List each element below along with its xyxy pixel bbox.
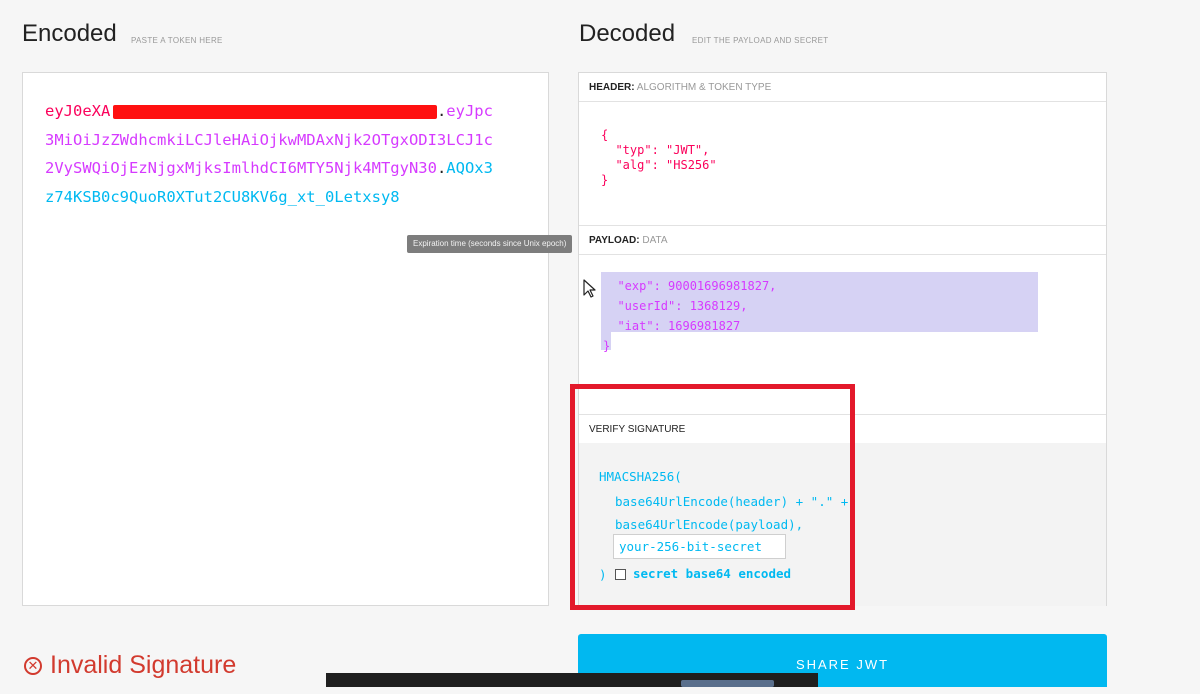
highlight-box (570, 384, 855, 610)
decoded-title: Decoded (579, 20, 676, 47)
payload-label: PAYLOAD: (589, 235, 640, 246)
token-header-part: eyJ0eXA (45, 102, 111, 120)
payload-json-editor[interactable]: "exp": 90001696981827, "userId": 1368129… (603, 276, 776, 356)
signature-status: ✕ Invalid Signature (24, 651, 236, 680)
encoded-token-editor[interactable]: eyJ0eXA 9.eyJpc3MiOiJzZWdhcmkiLCJleHAiOj… (22, 72, 549, 606)
redaction-mark (113, 105, 437, 119)
exp-tooltip: Expiration time (seconds since Unix epoc… (407, 235, 573, 253)
mouse-cursor-icon (583, 279, 596, 298)
close-circle-icon: ✕ (24, 656, 42, 675)
decoded-subtitle: EDIT THE PAYLOAD AND SECRET (692, 36, 829, 45)
token-dot: . (436, 159, 447, 177)
token-dot: . (436, 102, 447, 120)
header-json-editor[interactable]: { "typ": "JWT", "alg": "HS256" } (601, 128, 717, 188)
header-sublabel: ALGORITHM & TOKEN TYPE (636, 82, 772, 93)
encoded-subtitle: PASTE A TOKEN HERE (131, 36, 223, 45)
control-bar-handle[interactable] (681, 680, 774, 687)
header-label: HEADER: (589, 82, 635, 93)
payload-section-title: PAYLOAD: DATA (579, 226, 1106, 255)
header-section-title: HEADER: ALGORITHM & TOKEN TYPE (579, 73, 1106, 102)
encoded-title: Encoded (22, 20, 117, 47)
payload-sublabel: DATA (642, 235, 668, 246)
signature-status-text: Invalid Signature (50, 651, 237, 679)
video-control-bar (326, 673, 818, 687)
